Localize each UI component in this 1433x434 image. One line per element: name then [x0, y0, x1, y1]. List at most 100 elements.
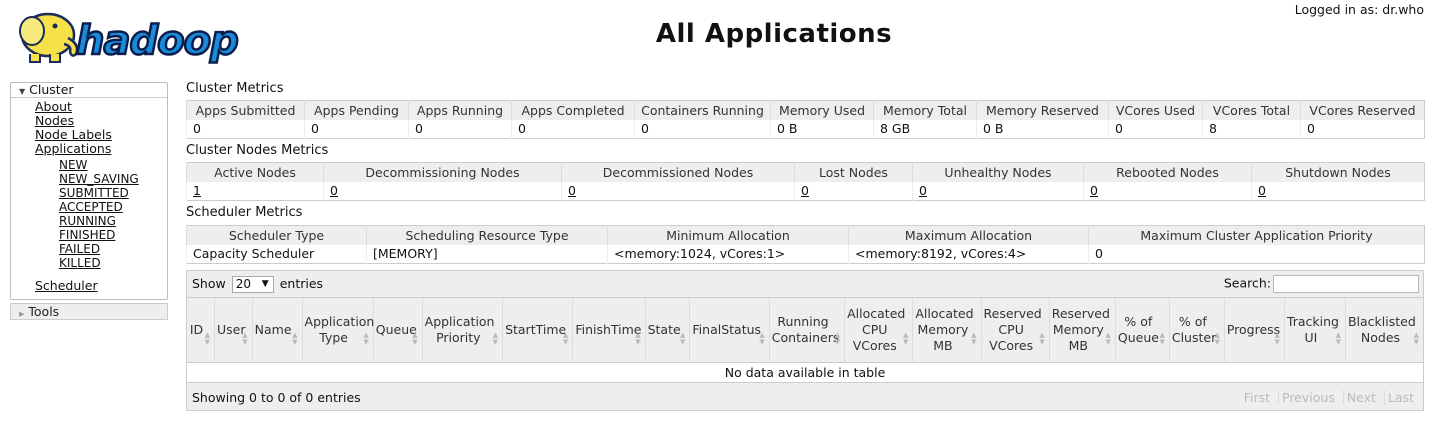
column-header[interactable]: % of Queue ▲ ▼ — [1114, 298, 1170, 363]
metric-header: Active Nodes — [186, 162, 324, 182]
column-header-label: Queue — [375, 321, 417, 337]
search-input[interactable] — [1273, 275, 1419, 293]
column-header[interactable]: Name ▲ ▼ — [251, 298, 303, 363]
first-page-button[interactable]: First — [1241, 390, 1273, 405]
column-header-label: Application Priority — [424, 313, 495, 345]
metric-header: Decommissioned Nodes — [561, 162, 795, 182]
metric-value: 0 — [408, 119, 512, 139]
nav-link-state-killed[interactable]: KILLED — [59, 256, 101, 270]
caret-down-icon: ▼ — [261, 279, 269, 289]
nodes-metrics-table: Active Nodes Decommissioning Nodes Decom… — [186, 162, 1425, 201]
sort-arrows-icon: ▲ ▼ — [1413, 330, 1419, 346]
column-header[interactable]: Allocated CPU VCores ▲ ▼ — [844, 298, 913, 363]
column-header[interactable]: User ▲ ▼ — [213, 298, 253, 363]
shutdown-nodes-link[interactable]: 0 — [1258, 183, 1266, 198]
metric-header: Memory Total — [873, 100, 977, 120]
column-header[interactable]: Blacklisted Nodes ▲ ▼ — [1344, 298, 1423, 363]
metric-header: Apps Running — [408, 100, 512, 120]
column-header-label: ID — [189, 321, 204, 337]
nav-link-state-submitted[interactable]: SUBMITTED — [59, 186, 129, 200]
empty-table-message: No data available in table — [724, 364, 886, 380]
column-header-label: Name — [254, 321, 292, 337]
nav-link-applications[interactable]: Applications — [35, 141, 111, 156]
decommissioning-nodes-link[interactable]: 0 — [330, 183, 338, 198]
nav-link-state-failed[interactable]: FAILED — [59, 242, 100, 256]
applications-table-container: Show 20 ▼ entries Search: ID ▲ ▼ User ▲ ▼ Name ▲… — [186, 270, 1424, 411]
sort-arrows-icon: ▲ ▼ — [1335, 330, 1341, 346]
nav-link-state-running[interactable]: RUNNING — [59, 214, 116, 228]
cluster-menu-toggle[interactable]: ▼ Cluster — [11, 83, 167, 98]
sort-arrows-icon: ▲ ▼ — [204, 330, 210, 346]
lost-nodes-link[interactable]: 0 — [801, 183, 809, 198]
next-page-button[interactable]: Next — [1342, 390, 1379, 405]
metric-header: Apps Submitted — [186, 100, 305, 120]
nav-link-state-finished[interactable]: FINISHED — [59, 228, 115, 242]
active-nodes-link[interactable]: 1 — [193, 183, 201, 198]
metric-header: VCores Used — [1108, 100, 1203, 120]
column-header[interactable]: Allocated Memory MB ▲ ▼ — [912, 298, 982, 363]
metric-header: Rebooted Nodes — [1083, 162, 1252, 182]
page-length-value: 20 — [235, 277, 251, 291]
last-page-button[interactable]: Last — [1383, 390, 1417, 405]
column-header-label: Progress — [1226, 321, 1281, 337]
sort-arrows-icon: ▲ ▼ — [1214, 330, 1220, 346]
cluster-menu: ▼ Cluster About Nodes Node Labels Applica… — [10, 82, 168, 300]
column-header[interactable]: Tracking UI ▲ ▼ — [1283, 298, 1346, 363]
page-header: hadoop All Applications Logged in as: dr… — [0, 0, 1433, 72]
metric-header: Apps Pending — [304, 100, 409, 120]
nav-link-nodes[interactable]: Nodes — [35, 113, 74, 128]
unhealthy-nodes-link[interactable]: 0 — [919, 183, 927, 198]
nav-link-state-new-saving[interactable]: NEW_SAVING — [59, 172, 139, 186]
sort-arrows-icon: ▲ ▼ — [292, 330, 298, 346]
column-header[interactable]: Progress ▲ ▼ — [1223, 298, 1285, 363]
column-header[interactable]: StartTime ▲ ▼ — [502, 298, 573, 363]
metric-value: 0 — [634, 119, 771, 139]
page-length-select[interactable]: 20 ▼ — [231, 276, 274, 293]
nav-link-state-accepted[interactable]: ACCEPTED — [59, 200, 123, 214]
sort-arrows-icon: ▲ ▼ — [242, 330, 248, 346]
nodes-metrics-title: Cluster Nodes Metrics — [186, 143, 329, 158]
column-header-label: Reserved Memory MB — [1051, 305, 1110, 353]
decommissioned-nodes-link[interactable]: 0 — [568, 183, 576, 198]
nav-link-about[interactable]: About — [35, 99, 72, 114]
column-header-label: % of Queue — [1117, 313, 1159, 345]
column-header[interactable]: ID ▲ ▼ — [187, 298, 215, 363]
logged-in-user: Logged in as: dr.who — [1294, 2, 1424, 17]
column-header-label: User — [216, 321, 246, 337]
column-header[interactable]: Reserved CPU VCores ▲ ▼ — [980, 298, 1050, 363]
column-header[interactable]: % of Cluster ▲ ▼ — [1168, 298, 1225, 363]
table-info: Showing 0 to 0 of 0 entries — [192, 390, 361, 405]
sort-arrows-icon: ▲ ▼ — [680, 330, 686, 346]
previous-page-button[interactable]: Previous — [1278, 390, 1338, 405]
triangle-right-icon: ▶ — [19, 310, 25, 318]
column-header[interactable]: FinalStatus ▲ ▼ — [689, 298, 770, 363]
metric-header: Shutdown Nodes — [1251, 162, 1425, 182]
column-header[interactable]: Running Containers ▲ ▼ — [768, 298, 845, 363]
column-header[interactable]: FinishTime ▲ ▼ — [572, 298, 646, 363]
column-header-label: % of Cluster — [1171, 313, 1217, 345]
column-header[interactable]: Queue ▲ ▼ — [372, 298, 423, 363]
column-header-label: Tracking UI — [1286, 313, 1339, 345]
column-header[interactable]: Application Type ▲ ▼ — [301, 298, 374, 363]
show-label: Show — [192, 276, 226, 291]
column-header-label: StartTime — [505, 321, 567, 337]
nav-link-state-new[interactable]: NEW — [59, 158, 87, 172]
sort-arrows-icon: ▲ ▼ — [1274, 330, 1280, 346]
column-header[interactable]: Application Priority ▲ ▼ — [421, 298, 503, 363]
metric-header: Maximum Cluster Application Priority — [1088, 225, 1425, 245]
metric-header: Scheduling Resource Type — [366, 225, 608, 245]
column-header[interactable]: Reserved Memory MB ▲ ▼ — [1048, 298, 1116, 363]
sort-arrows-icon: ▲ ▼ — [562, 330, 569, 346]
nav-link-scheduler[interactable]: Scheduler — [35, 278, 98, 293]
search-control: Search: — [1224, 275, 1419, 293]
search-label: Search: — [1223, 275, 1271, 291]
sort-arrows-icon: ▲ ▼ — [1159, 330, 1165, 346]
metric-header: Minimum Allocation — [607, 225, 849, 245]
metric-value: 0 — [511, 119, 635, 139]
tools-menu-toggle[interactable]: ▶ Tools — [10, 303, 168, 320]
rebooted-nodes-link[interactable]: 0 — [1090, 183, 1098, 198]
metric-header: Decommissioning Nodes — [323, 162, 562, 182]
column-header-label: Allocated Memory MB — [915, 305, 974, 353]
nav-link-node-labels[interactable]: Node Labels — [35, 127, 112, 142]
column-header[interactable]: State ▲ ▼ — [644, 298, 690, 363]
